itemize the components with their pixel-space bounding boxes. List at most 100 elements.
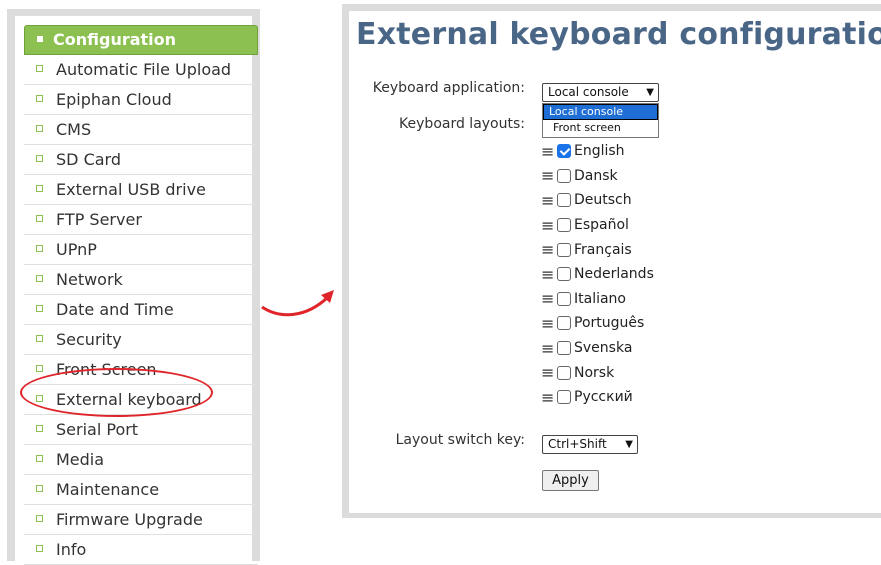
layout-switch-key-select[interactable]: Ctrl+Shift ▼ [542, 435, 638, 454]
layout-checkbox[interactable] [557, 267, 571, 282]
sidebar-item-date-and-time[interactable]: Date and Time [24, 295, 258, 325]
layout-item: ≡ Русский [541, 385, 654, 410]
sidebar-header[interactable]: Configuration [24, 25, 258, 55]
layout-item: ≡ Nederlands [541, 262, 654, 287]
keyboard-application-select[interactable]: Local console ▼ [542, 83, 659, 102]
layout-item: ≡ Deutsch [541, 188, 654, 213]
layout-checkbox[interactable] [557, 242, 571, 257]
layout-checkbox[interactable] [557, 390, 571, 405]
sidebar-item-upnp[interactable]: UPnP [24, 235, 258, 265]
layout-name: Português [574, 315, 645, 332]
chevron-down-icon: ▼ [646, 87, 654, 98]
sidebar-item-sd-card[interactable]: SD Card [24, 145, 258, 175]
sidebar-menu: Automatic File Upload Epiphan Cloud CMS SD … [24, 55, 258, 565]
sidebar-item-label: External keyboard [56, 390, 202, 409]
layout-checkbox[interactable] [557, 168, 571, 183]
sidebar-item-label: Info [56, 540, 87, 559]
bullet-icon [36, 455, 43, 462]
sidebar-item-ftp-server[interactable]: FTP Server [24, 205, 258, 235]
layout-name: Dansk [574, 167, 618, 184]
drag-handle-icon[interactable]: ≡ [541, 142, 557, 161]
bullet-icon [36, 275, 43, 282]
sidebar-item-epiphan-cloud[interactable]: Epiphan Cloud [24, 85, 258, 115]
keyboard-application-dropdown: Local console Front screen [542, 103, 659, 138]
sidebar-item-security[interactable]: Security [24, 325, 258, 355]
sidebar-item-label: External USB drive [56, 180, 206, 199]
sidebar-item-label: Date and Time [56, 300, 174, 319]
keyboard-layouts-list: ≡ English ≡ Dansk ≡ Deutsch ≡ Español ≡ Français ≡… [541, 139, 654, 410]
bullet-icon [36, 305, 43, 312]
sidebar-item-media[interactable]: Media [24, 445, 258, 475]
sidebar-item-label: Network [56, 270, 123, 289]
layout-checkbox[interactable] [557, 218, 571, 233]
sidebar-header-label: Configuration [53, 30, 177, 49]
sidebar-item-cms[interactable]: CMS [24, 115, 258, 145]
drag-handle-icon[interactable]: ≡ [541, 363, 557, 382]
page-title: External keyboard configuration [356, 17, 881, 52]
layout-name: English [574, 143, 625, 160]
bullet-icon [36, 335, 43, 342]
layout-name: Svenska [574, 340, 633, 357]
dropdown-option-front-screen[interactable]: Front screen [543, 120, 658, 136]
drag-handle-icon[interactable]: ≡ [541, 289, 557, 308]
dropdown-option-local-console[interactable]: Local console [543, 104, 658, 120]
sidebar-item-label: Media [56, 450, 105, 469]
sidebar-item-serial-port[interactable]: Serial Port [24, 415, 258, 445]
sidebar-panel: Configuration Automatic File Upload Epiph… [15, 16, 258, 565]
bullet-icon [36, 425, 43, 432]
main-panel: External keyboard configuration Keyboard… [342, 4, 881, 518]
apply-button[interactable]: Apply [542, 470, 599, 491]
sidebar-item-label: Maintenance [56, 480, 160, 499]
layout-item: ≡ Svenska [541, 336, 654, 361]
sidebar-item-front-screen[interactable]: Front Screen [24, 355, 258, 385]
layout-item: ≡ Dansk [541, 164, 654, 189]
bullet-icon [36, 485, 43, 492]
sidebar-item-firmware-upgrade[interactable]: Firmware Upgrade [24, 505, 258, 535]
sidebar-item-label: Automatic File Upload [56, 60, 232, 79]
drag-handle-icon[interactable]: ≡ [541, 191, 557, 210]
keyboard-application-value: Local console [548, 85, 629, 99]
layout-checkbox[interactable] [557, 144, 571, 159]
bullet-icon [36, 65, 43, 72]
layout-checkbox[interactable] [557, 365, 571, 380]
layout-name: Norsk [574, 364, 615, 381]
sidebar-item-network[interactable]: Network [24, 265, 258, 295]
bullet-icon [36, 215, 43, 222]
drag-handle-icon[interactable]: ≡ [541, 166, 557, 185]
layout-name: Italiano [574, 290, 626, 307]
layout-checkbox[interactable] [557, 193, 571, 208]
sidebar-item-maintenance[interactable]: Maintenance [24, 475, 258, 505]
drag-handle-icon[interactable]: ≡ [541, 216, 557, 235]
layout-name: Français [574, 241, 632, 258]
bullet-icon [36, 185, 43, 192]
drag-handle-icon[interactable]: ≡ [541, 240, 557, 259]
layout-item: ≡ Italiano [541, 287, 654, 312]
chevron-down-icon: ▼ [625, 439, 633, 450]
layout-item: ≡ English [541, 139, 654, 164]
arrow-icon [261, 290, 334, 317]
bullet-icon [36, 125, 43, 132]
layout-checkbox[interactable] [557, 291, 571, 306]
sidebar-item-label: Front Screen [56, 360, 157, 379]
layout-item: ≡ Français [541, 237, 654, 262]
sidebar-item-info[interactable]: Info [24, 535, 258, 565]
keyboard-application-label: Keyboard application: [372, 80, 525, 96]
layout-checkbox[interactable] [557, 341, 571, 356]
drag-handle-icon[interactable]: ≡ [541, 314, 557, 333]
sidebar-item-automatic-file-upload[interactable]: Automatic File Upload [24, 55, 258, 85]
sidebar-item-label: Firmware Upgrade [56, 510, 203, 529]
drag-handle-icon[interactable]: ≡ [541, 339, 557, 358]
layout-name: Deutsch [574, 192, 632, 209]
layout-name: Español [574, 217, 629, 234]
bullet-icon [36, 395, 43, 402]
drag-handle-icon[interactable]: ≡ [541, 388, 557, 407]
layout-name: Русский [574, 389, 633, 406]
layout-switch-key-label: Layout switch key: [395, 432, 525, 448]
layout-checkbox[interactable] [557, 316, 571, 331]
sidebar-item-external-usb-drive[interactable]: External USB drive [24, 175, 258, 205]
sidebar-item-label: CMS [56, 120, 92, 139]
sidebar-item-label: Epiphan Cloud [56, 90, 172, 109]
sidebar-item-external-keyboard[interactable]: External keyboard [24, 385, 258, 415]
main-panel-content: External keyboard configuration Keyboard… [349, 11, 881, 513]
drag-handle-icon[interactable]: ≡ [541, 265, 557, 284]
